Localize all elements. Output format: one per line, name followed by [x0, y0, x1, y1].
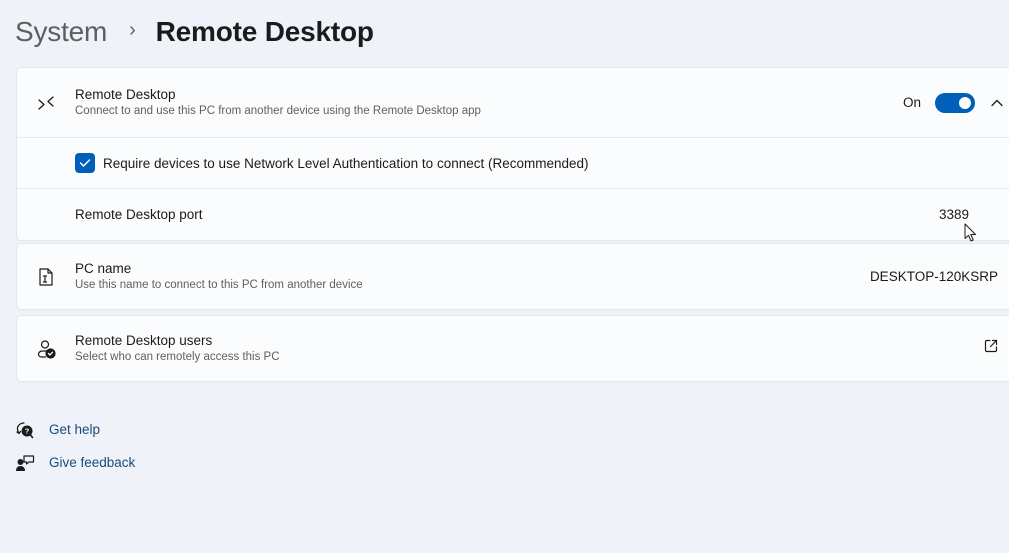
pc-name-row: PC name Use this name to connect to this… [17, 244, 1009, 309]
remote-desktop-icon [35, 92, 57, 114]
breadcrumb-separator: › [129, 18, 136, 41]
remote-desktop-header-row[interactable]: Remote Desktop Connect to and use this P… [17, 68, 1009, 137]
toggle-knob [959, 96, 971, 109]
pc-name-value-container: DESKTOP-120KSRP [870, 269, 998, 284]
get-help-link[interactable]: ? Get help [15, 413, 135, 446]
remote-desktop-controls: On [902, 92, 1005, 113]
pc-name-card: PC name Use this name to connect to this… [16, 243, 1009, 310]
nla-checkbox[interactable] [75, 153, 95, 173]
port-texts: Remote Desktop port [75, 206, 203, 223]
remote-desktop-title: Remote Desktop [75, 87, 176, 102]
remote-desktop-texts: Remote Desktop Connect to and use this P… [75, 86, 481, 119]
port-value-container: 3389 [939, 207, 969, 222]
pc-name-texts: PC name Use this name to connect to this… [75, 260, 363, 293]
port-value: 3389 [938, 207, 969, 222]
user-check-icon [35, 338, 57, 360]
mouse-cursor-icon [964, 223, 978, 248]
page-title: Remote Desktop [155, 16, 374, 47]
remote-desktop-card: Remote Desktop Connect to and use this P… [16, 67, 1009, 241]
give-feedback-icon [15, 453, 35, 473]
pc-name-title: PC name [75, 261, 132, 276]
breadcrumb-system[interactable]: System [15, 16, 107, 48]
open-external-container [984, 339, 998, 358]
open-external-icon[interactable] [984, 339, 998, 358]
get-help-label[interactable]: Get help [49, 422, 100, 437]
remote-desktop-users-title: Remote Desktop users [75, 333, 213, 348]
get-help-icon: ? [15, 420, 35, 440]
svg-text:?: ? [25, 426, 30, 435]
toggle-state-label: On [902, 95, 921, 110]
pc-name-subtitle: Use this name to connect to this PC from… [75, 279, 363, 291]
help-links: ? Get help Give feedback [15, 413, 135, 479]
remote-desktop-subtitle: Connect to and use this PC from another … [75, 105, 481, 117]
give-feedback-label[interactable]: Give feedback [49, 455, 135, 470]
chevron-up-icon[interactable] [989, 95, 1005, 111]
give-feedback-link[interactable]: Give feedback [15, 446, 135, 479]
document-rename-icon [35, 266, 57, 288]
breadcrumb: System › Remote Desktop [15, 12, 374, 52]
remote-desktop-users-card[interactable]: Remote Desktop users Select who can remo… [16, 315, 1009, 382]
pc-name-value: DESKTOP-120KSRP [869, 269, 998, 284]
remote-desktop-users-texts: Remote Desktop users Select who can remo… [75, 332, 280, 365]
port-row: Remote Desktop port 3389 [17, 188, 1009, 240]
remote-desktop-users-row[interactable]: Remote Desktop users Select who can remo… [17, 316, 1009, 381]
nla-row: Require devices to use Network Level Aut… [17, 137, 1009, 188]
remote-desktop-users-subtitle: Select who can remotely access this PC [75, 351, 280, 363]
nla-checkbox-label[interactable]: Require devices to use Network Level Aut… [103, 156, 589, 171]
remote-desktop-toggle[interactable] [935, 92, 975, 113]
port-label: Remote Desktop port [75, 207, 203, 222]
